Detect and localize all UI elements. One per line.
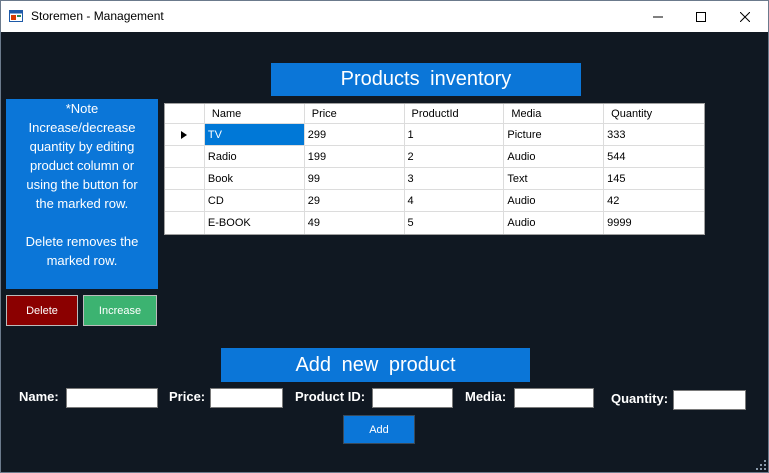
table-cell[interactable]: 29: [305, 190, 405, 211]
grid-header-row: Name Price ProductId Media Quantity: [165, 104, 704, 124]
table-cell[interactable]: 145: [604, 168, 704, 189]
note-line: product column or: [29, 158, 135, 173]
window-title: Storemen - Management: [31, 9, 164, 23]
product-id-label: Product ID:: [295, 389, 366, 404]
note-line: marked row.: [46, 253, 118, 268]
product-id-input[interactable]: [372, 388, 453, 408]
note-line: Delete removes the: [25, 234, 139, 249]
note-panel: *Note Increase/decrease quantity by edit…: [6, 99, 158, 289]
table-cell[interactable]: 199: [305, 146, 405, 167]
client-area: Products inventory *Note Increase/decrea…: [1, 32, 768, 472]
table-cell[interactable]: 2: [405, 146, 505, 167]
app-icon: [9, 9, 23, 23]
table-cell[interactable]: TV: [204, 124, 305, 145]
app-window: Storemen - Management Products inventory…: [0, 0, 769, 473]
close-icon: [740, 11, 750, 22]
table-cell[interactable]: 99: [305, 168, 405, 189]
media-input[interactable]: [514, 388, 594, 408]
table-row[interactable]: TV 299 1 Picture 333: [165, 124, 704, 146]
table-cell[interactable]: 42: [604, 190, 704, 211]
minimize-icon: [653, 16, 663, 17]
name-label: Name:: [19, 389, 59, 404]
products-grid[interactable]: Name Price ProductId Media Quantity TV 2…: [164, 103, 705, 235]
row-header[interactable]: [165, 190, 205, 211]
column-header-quantity[interactable]: Quantity: [604, 104, 704, 123]
title-bar[interactable]: Storemen - Management: [1, 1, 768, 32]
price-label: Price:: [169, 389, 206, 404]
table-cell[interactable]: Text: [504, 168, 605, 189]
table-cell[interactable]: 333: [604, 124, 704, 145]
quantity-input[interactable]: [673, 390, 746, 410]
table-cell[interactable]: 299: [305, 124, 405, 145]
minimize-button[interactable]: [635, 1, 681, 32]
column-header-media[interactable]: Media: [504, 104, 605, 123]
note-spacer: [12, 213, 152, 232]
table-cell[interactable]: 1: [405, 124, 505, 145]
close-button[interactable]: [722, 1, 768, 32]
maximize-button[interactable]: [678, 1, 724, 32]
table-cell[interactable]: 9999: [604, 212, 704, 234]
table-cell[interactable]: 544: [604, 146, 704, 167]
note-line: quantity by editing: [29, 139, 135, 154]
table-row[interactable]: Book 99 3 Text 145: [165, 168, 704, 190]
table-cell[interactable]: 4: [405, 190, 505, 211]
table-cell[interactable]: 3: [405, 168, 505, 189]
increase-button[interactable]: Increase: [83, 295, 157, 326]
table-row[interactable]: Radio 199 2 Audio 544: [165, 146, 704, 168]
inventory-title: Products inventory: [271, 63, 581, 96]
quantity-label: Quantity:: [611, 391, 669, 406]
table-cell[interactable]: Picture: [504, 124, 605, 145]
note-line: using the button for: [26, 177, 138, 192]
column-header-price[interactable]: Price: [305, 104, 405, 123]
delete-button[interactable]: Delete: [6, 295, 78, 326]
media-label: Media:: [465, 389, 507, 404]
table-cell[interactable]: 49: [305, 212, 405, 234]
row-header-corner[interactable]: [165, 104, 205, 123]
table-cell[interactable]: CD: [205, 190, 305, 211]
resize-grip-icon[interactable]: [756, 460, 766, 470]
table-cell[interactable]: Audio: [504, 146, 605, 167]
row-header[interactable]: [165, 212, 205, 234]
maximize-icon: [696, 11, 706, 22]
table-cell[interactable]: Audio: [504, 212, 605, 234]
table-cell[interactable]: Radio: [205, 146, 305, 167]
note-line: the marked row.: [35, 196, 129, 211]
row-header[interactable]: [165, 124, 205, 145]
row-header[interactable]: [165, 168, 205, 189]
name-input[interactable]: [66, 388, 158, 408]
note-line: Increase/decrease: [28, 120, 136, 135]
table-row[interactable]: CD 29 4 Audio 42: [165, 190, 704, 212]
add-product-title: Add new product: [221, 348, 530, 382]
table-cell[interactable]: Book: [205, 168, 305, 189]
table-row[interactable]: E-BOOK 49 5 Audio 9999: [165, 212, 704, 234]
price-input[interactable]: [210, 388, 283, 408]
table-cell[interactable]: 5: [405, 212, 505, 234]
note-heading: *Note: [65, 101, 99, 116]
column-header-productid[interactable]: ProductId: [405, 104, 505, 123]
add-button[interactable]: Add: [343, 415, 415, 444]
row-header[interactable]: [165, 146, 205, 167]
table-cell[interactable]: Audio: [504, 190, 605, 211]
table-cell[interactable]: E-BOOK: [205, 212, 305, 234]
column-header-name[interactable]: Name: [205, 104, 305, 123]
current-row-arrow-icon: [181, 130, 188, 139]
